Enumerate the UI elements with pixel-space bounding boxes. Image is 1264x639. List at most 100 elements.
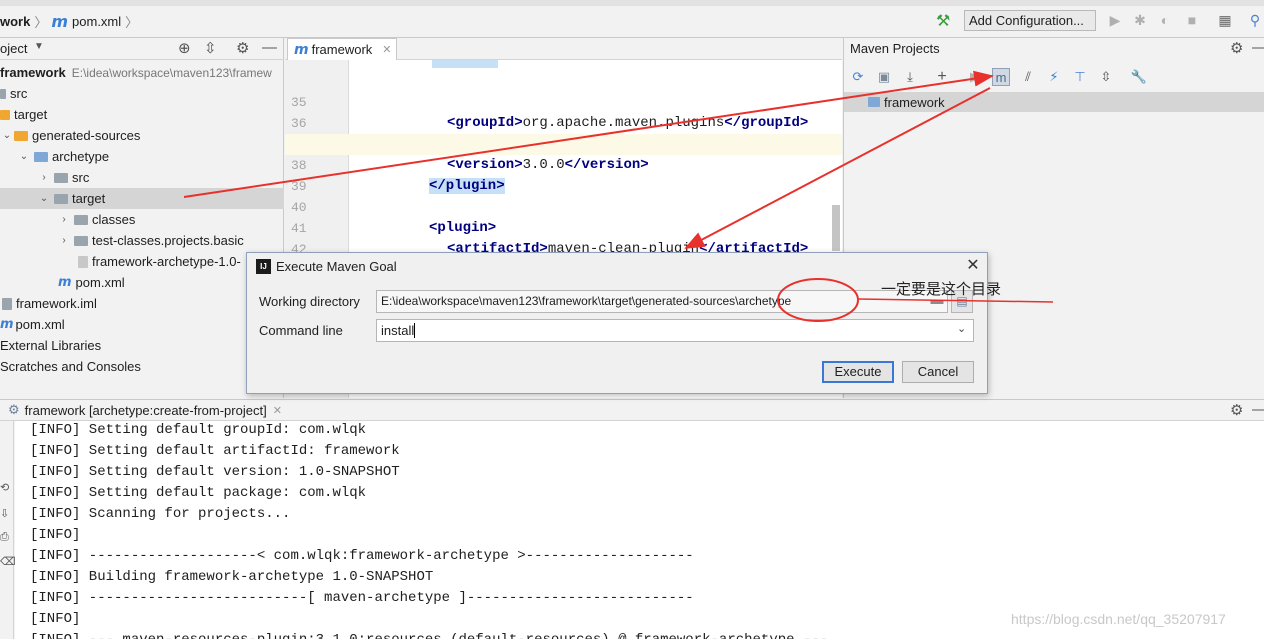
tree-item-classes[interactable]: › classes	[0, 209, 284, 230]
close-icon[interactable]: ✕	[273, 404, 282, 417]
print-icon[interactable]: ⎙	[0, 531, 9, 544]
run-icon[interactable]: ▶	[1106, 11, 1124, 29]
show-dependencies-icon[interactable]: ⊤	[1071, 68, 1089, 86]
chevron-down-icon[interactable]: ⌄	[957, 322, 966, 335]
execute-maven-goal-icon[interactable]: m	[992, 68, 1010, 86]
command-line-value: install	[381, 323, 415, 338]
hide-icon[interactable]: —	[1252, 39, 1264, 56]
project-structure-icon[interactable]: ▦	[1216, 11, 1234, 29]
tree-item-test-classes[interactable]: › test-classes.projects.basic	[0, 230, 284, 251]
toggle-offline-icon[interactable]: ⫽	[1019, 68, 1037, 86]
collapse-all-icon[interactable]: ⇳	[204, 39, 217, 57]
collapse-all-icon[interactable]: ⇳	[1097, 68, 1115, 86]
breadcrumb-project[interactable]: work	[0, 14, 30, 29]
tree-item-src[interactable]: src	[0, 83, 284, 104]
tree-item-root-pom[interactable]: m pom.xml	[0, 314, 284, 335]
tree-item-target[interactable]: target	[0, 104, 284, 125]
debug-icon[interactable]: ✱	[1131, 11, 1149, 29]
run-tab-label[interactable]: framework [archetype:create-from-project…	[25, 403, 267, 418]
folder-icon	[0, 109, 10, 120]
tree-item-external-libraries[interactable]: External Libraries	[0, 335, 284, 356]
hide-icon[interactable]: —	[262, 39, 277, 56]
scroll-to-end-icon[interactable]: ⇩	[0, 507, 9, 520]
chevron-down-icon[interactable]: ⌄	[34, 193, 54, 204]
gear-icon[interactable]: ⚙	[1230, 39, 1243, 57]
folder-icon	[54, 172, 68, 183]
code-line[interactable]: 39	[285, 155, 842, 194]
chevron-right-icon[interactable]: ›	[54, 214, 74, 225]
console-line: [INFO] Setting default version: 1.0-SNAP…	[30, 464, 400, 480]
generate-sources-icon[interactable]: ▣	[875, 68, 893, 86]
close-icon[interactable]: ✕	[382, 43, 391, 56]
tree-item-archetype[interactable]: ⌄ archetype	[0, 146, 284, 167]
code-line[interactable]: 42 <version>3.0.0</version>	[285, 218, 842, 278]
tree-item-pom[interactable]: m pom.xml	[0, 272, 284, 293]
tree-item-target-selected[interactable]: ⌄ target	[0, 188, 284, 209]
cancel-button[interactable]: Cancel	[902, 361, 974, 383]
coverage-icon[interactable]: ◐	[1156, 11, 1174, 29]
execute-button[interactable]: Execute	[822, 361, 894, 383]
code-line[interactable]: 37 <version>3.0.0</version>	[285, 113, 842, 173]
tree-item-label: classes	[92, 212, 136, 227]
chevron-down-icon[interactable]: ⌄	[14, 151, 34, 162]
working-directory-label: Working directory	[259, 294, 360, 309]
intellij-icon: IJ	[256, 259, 271, 274]
editor-scrollbar[interactable]	[832, 205, 840, 251]
tree-item-generated-sources[interactable]: ⌄ generated-sources	[0, 125, 284, 146]
chevron-down-icon[interactable]: ▼	[34, 41, 44, 52]
chevron-right-icon[interactable]: ›	[54, 235, 74, 246]
tree-item-label: framework	[884, 94, 945, 110]
tree-item-label: target	[14, 107, 48, 122]
download-icon[interactable]: ⤓	[901, 68, 919, 86]
project-panel-title[interactable]: oject	[0, 41, 27, 56]
chevron-right-icon[interactable]: ›	[34, 172, 54, 183]
code-line[interactable]: 35 <groupId>org.apache.maven.plugins</gr…	[285, 71, 842, 131]
tree-item-label: archetype	[52, 149, 110, 164]
tree-item-label: External Libraries	[0, 338, 102, 353]
run-icon[interactable]: ▶	[966, 68, 984, 86]
wrench-icon[interactable]: 🔧	[1130, 68, 1148, 86]
maven-tree-item-framework[interactable]: framework	[844, 92, 1264, 112]
code-line[interactable]: 40 <plugin>	[285, 176, 842, 236]
breadcrumb-file[interactable]: pom.xml	[72, 14, 121, 29]
code-line[interactable]: 41 <artifactId>maven-clean-plugin</artif…	[285, 197, 842, 257]
console-line: [INFO] Scanning for projects...	[30, 506, 291, 522]
tree-item-framework[interactable]: framework E:\idea\workspace\maven123\fra…	[0, 62, 284, 83]
console-line: [INFO]	[30, 527, 81, 543]
locate-icon[interactable]: ⊕	[178, 39, 191, 57]
tree-item-archetype-jar[interactable]: framework-archetype-1.0-	[0, 251, 284, 272]
close-icon[interactable]: ✕	[964, 255, 982, 274]
chevron-down-icon[interactable]: ⌄	[0, 130, 14, 141]
add-icon[interactable]: +	[933, 68, 951, 86]
tree-item-path: E:\idea\workspace\maven123\framew	[71, 65, 272, 80]
delete-icon[interactable]: ⌫	[0, 555, 16, 568]
console-line: [INFO]	[30, 611, 81, 627]
maven-file-icon: m	[58, 275, 72, 290]
editor-tab-framework[interactable]: m framework ✕	[287, 38, 397, 60]
folder-icon	[74, 214, 88, 225]
gear-icon[interactable]: ⚙	[1230, 401, 1243, 419]
stop-icon[interactable]: ■	[1183, 11, 1201, 29]
tree-item-src[interactable]: › src	[0, 167, 284, 188]
tree-item-label: framework	[0, 65, 66, 80]
reimport-icon[interactable]: ⟳	[849, 68, 867, 86]
tree-item-scratches[interactable]: Scratches and Consoles	[0, 356, 284, 377]
hide-icon[interactable]: —	[1252, 401, 1264, 418]
breadcrumb-separator-icon: 〉	[34, 15, 48, 30]
rerun-icon[interactable]: ⟲	[0, 481, 9, 494]
breadcrumb-separator-icon: 〉	[125, 15, 139, 30]
code-line-current[interactable]: 38 </plugin>	[285, 134, 842, 194]
maven-panel-title: Maven Projects	[850, 41, 940, 56]
watermark: https://blog.csdn.net/qq_35207917	[1011, 611, 1226, 627]
gear-icon[interactable]: ⚙	[236, 39, 249, 57]
tree-item-framework-iml[interactable]: framework.iml	[0, 293, 284, 314]
working-directory-field[interactable]: E:\idea\workspace\maven123\framework\tar…	[376, 290, 948, 313]
add-configuration-button[interactable]: Add Configuration...	[964, 10, 1096, 31]
skip-tests-icon[interactable]: ⚡	[1045, 68, 1063, 86]
code-line[interactable]: 36 <artifactId>maven-archetype-plugin</a…	[285, 92, 842, 152]
search-everywhere-icon[interactable]: ⚲	[1246, 11, 1264, 29]
build-hammer-icon[interactable]: ⚒	[936, 11, 950, 31]
run-toolbar: ⟲ ⇩ ⎙ ⌫	[0, 421, 16, 639]
code-line[interactable]: 43 </plugin>	[285, 239, 842, 252]
command-line-input[interactable]: install	[376, 319, 974, 342]
